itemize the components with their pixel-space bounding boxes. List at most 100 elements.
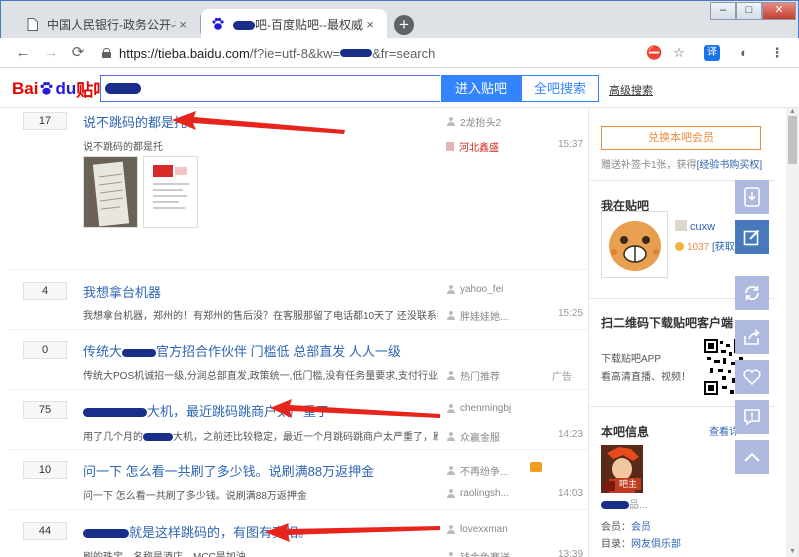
forum-owner-avatar[interactable]: 吧主 xyxy=(601,445,643,493)
browser-tab-pboc[interactable]: 中国人民银行-政务公开-行政执法 × xyxy=(15,9,200,39)
redacted-mark xyxy=(122,348,157,357)
close-icon[interactable]: × xyxy=(363,17,377,32)
reload-icon[interactable]: ⟳ xyxy=(69,44,87,62)
blocked-content-icon[interactable]: ⛔ xyxy=(646,45,662,61)
thread-abstract: 说不跳码的都是托 xyxy=(83,142,163,153)
thread-author[interactable]: yahoo_fei xyxy=(446,284,503,295)
user-icon xyxy=(446,488,456,499)
get-tdou-link[interactable]: [获取 xyxy=(712,242,735,253)
baidu-paw-icon xyxy=(40,81,53,95)
thread-abstract: 我想拿台机器，郑州的！有郑州的售后没？在客服那留了电话都10天了 还没联系我..… xyxy=(83,311,438,322)
level-badge-icon xyxy=(675,220,687,231)
avatar[interactable] xyxy=(601,211,668,278)
thread-title[interactable]: 传统大 官方招合作伙伴 门槛低 总部直发 人人一级 xyxy=(83,341,401,360)
thread-abstract: 传统大POS机诚招一级,分润总部直发,政策统一,低门槛,没有任务量要求,支付行业… xyxy=(83,371,438,382)
thread-author[interactable]: 不再纷争... xyxy=(446,463,508,478)
window-close-button[interactable]: ✕ xyxy=(762,2,796,20)
reply-count: 10 xyxy=(23,461,67,479)
thread-author[interactable]: lovexxman xyxy=(446,524,508,535)
user-icon xyxy=(446,431,456,442)
minimize-button[interactable]: – xyxy=(710,2,736,20)
thread-title[interactable]: 我想拿台机器 xyxy=(83,282,161,301)
thread-author[interactable]: 2龙抬头2 xyxy=(446,114,501,129)
maximize-button[interactable]: □ xyxy=(736,2,762,20)
thread-title[interactable]: 就是这样跳码的，有图有真相。 xyxy=(83,522,311,541)
enter-forum-button[interactable]: 进入贴吧 xyxy=(441,75,521,102)
thread-item: 17 说不跳码的都是托 2龙抬头2 说不跳码的都是托 河北鑫盛 15:37 xyxy=(10,108,588,270)
url-path: /f?ie=utf-8&kw= xyxy=(249,45,341,61)
phone-download-icon xyxy=(744,187,760,207)
bookmark-star-icon[interactable]: ☆ xyxy=(671,45,687,61)
user-icon xyxy=(446,116,456,127)
tieba-header: Bai du 贴吧 进入贴吧 全吧搜索 高级搜索 xyxy=(0,68,799,108)
reply-count: 75 xyxy=(23,401,67,419)
scroll-up-arrow[interactable]: ▲ xyxy=(788,108,797,115)
baidu-paw-icon xyxy=(211,17,225,31)
username[interactable]: cuxw xyxy=(675,220,715,233)
share-icon xyxy=(744,329,760,345)
user-icon xyxy=(446,524,456,535)
app-download-line: 下载贴吧APP xyxy=(601,354,662,365)
url-host: https://tieba.baidu.com xyxy=(119,45,250,61)
scroll-down-arrow[interactable]: ▼ xyxy=(788,548,797,555)
extension-icon[interactable]: ◐ xyxy=(736,45,752,61)
directory-link[interactable]: 网友俱乐部 xyxy=(631,539,681,550)
scrollbar-thumb[interactable] xyxy=(788,116,797,164)
last-reply[interactable]: 钱金色赛送 xyxy=(446,549,510,557)
search-input[interactable] xyxy=(100,75,440,102)
member-link[interactable]: 会员 xyxy=(631,522,651,533)
translate-icon[interactable]: 译 xyxy=(704,45,720,61)
baidu-tieba-logo[interactable]: Bai du 贴吧 xyxy=(12,76,110,101)
like-button[interactable] xyxy=(735,360,769,394)
page-scrollbar[interactable]: ▲ ▼ xyxy=(786,108,799,557)
forward-arrow-icon[interactable]: → xyxy=(42,44,60,62)
last-reply[interactable]: 胖娃娃她... xyxy=(446,308,508,323)
thread-title[interactable]: 说不跳码的都是托 xyxy=(83,112,187,131)
thread-title[interactable]: 大机，最近跳码跳商户太严重了 xyxy=(83,401,329,420)
last-reply[interactable]: 热门推荐 xyxy=(446,368,500,383)
browser-menu-icon[interactable]: ⋮ xyxy=(769,45,785,61)
app-promo-line: 看高清直播、视频！ xyxy=(601,372,691,383)
thread-title[interactable]: 问一下 怎么看一共刷了多少钱。说刷满88万返押金 xyxy=(83,461,374,480)
exp-book-link[interactable]: [经验书购买权] xyxy=(697,160,763,171)
refresh-button[interactable] xyxy=(735,276,769,310)
reply-count: 17 xyxy=(23,112,67,130)
report-button[interactable] xyxy=(735,400,769,434)
thread-image[interactable] xyxy=(83,156,138,228)
thread-abstract: 用了几个月的 大机，之前还比较稳定，最近一个月跳码跳商户太严重了，刷的... xyxy=(83,432,438,443)
address-bar[interactable]: https://tieba.baidu.com /f?ie=utf-8&kw= … xyxy=(97,42,697,64)
section-title: 本吧信息 xyxy=(601,425,650,439)
heart-icon xyxy=(743,369,761,385)
user-icon xyxy=(446,284,456,295)
download-app-button[interactable] xyxy=(735,180,769,214)
user-icon xyxy=(446,310,456,321)
refresh-icon xyxy=(745,285,759,301)
thread-image[interactable] xyxy=(143,156,198,228)
edit-icon xyxy=(743,229,760,246)
search-all-button[interactable]: 全吧搜索 xyxy=(521,75,599,102)
last-reply[interactable]: raolingsh... xyxy=(446,488,509,499)
redacted-mark xyxy=(340,49,373,57)
thread-item: 10 问一下 怎么看一共刷了多少钱。说刷满88万返押金 不再纷争... 问一下 … xyxy=(10,450,588,510)
owner-badge: 吧主 xyxy=(615,478,641,490)
browser-tab-tieba[interactable]: 吧-百度贴吧--最权威、最 × xyxy=(201,9,387,39)
chevron-up-icon xyxy=(744,452,760,462)
last-reply[interactable]: 众赢金服 xyxy=(446,429,500,444)
back-to-top-button[interactable] xyxy=(735,440,769,474)
redacted-mark xyxy=(601,501,629,510)
back-arrow-icon[interactable]: ← xyxy=(14,44,32,62)
user-icon xyxy=(446,465,456,476)
redeem-membership-button[interactable]: 兑换本吧会员 xyxy=(601,126,761,150)
share-button[interactable] xyxy=(735,320,769,354)
last-reply[interactable]: 河北鑫盛 xyxy=(446,139,499,154)
close-icon[interactable]: × xyxy=(176,17,190,32)
thread-item: 75 大机，最近跳码跳商户太严重了 chenmingbj 用了几个月的 大机，之前… xyxy=(10,390,588,450)
write-post-button[interactable] xyxy=(735,220,769,254)
membership-note: 赠送补签卡1张，获得[经验书购买权] xyxy=(601,160,763,171)
page-icon xyxy=(25,17,39,31)
advanced-search-link[interactable]: 高级搜索 xyxy=(609,82,653,98)
new-tab-button[interactable]: + xyxy=(394,15,414,35)
redacted-mark xyxy=(83,408,147,418)
tab-title: 吧-百度贴吧--最权威、最 xyxy=(233,16,363,33)
thread-author[interactable]: chenmingbj xyxy=(446,403,511,414)
